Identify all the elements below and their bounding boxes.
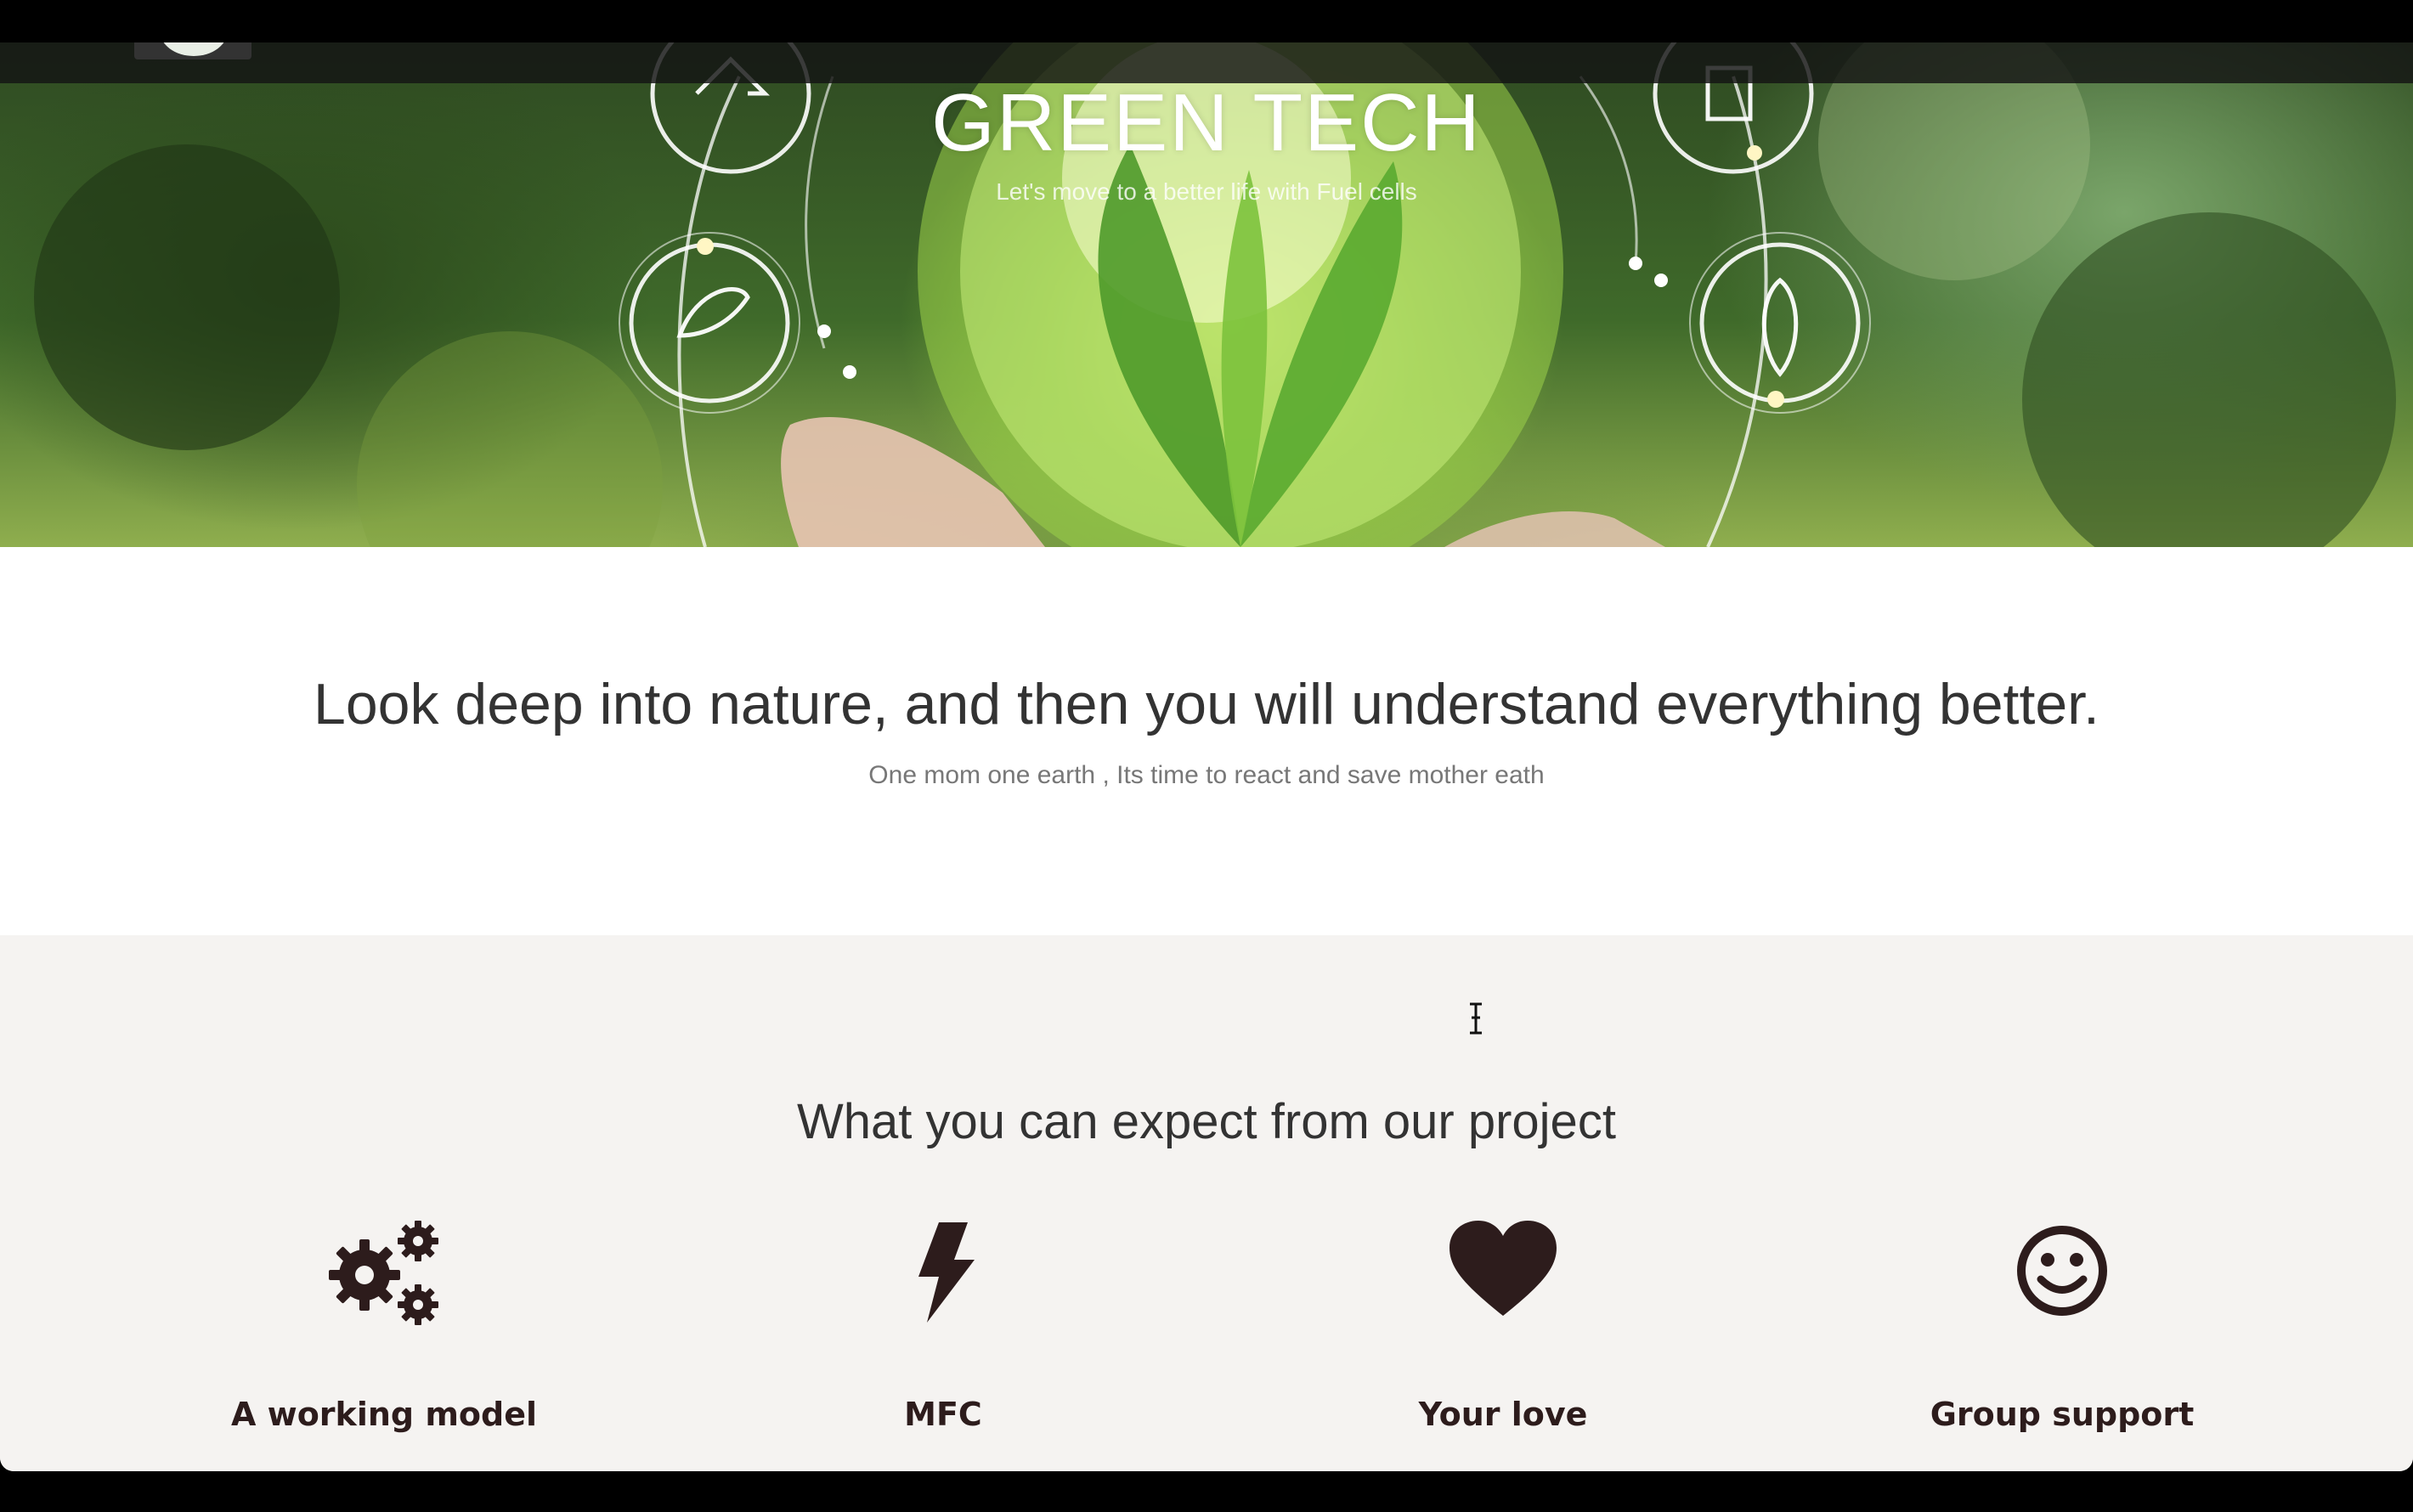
- feature-title: MFC: [904, 1396, 982, 1433]
- feature-your-love: Your love: [1223, 1216, 1783, 1433]
- text-cursor-icon: [1470, 1002, 1482, 1035]
- quote-subtext: One mom one earth , Its time to react an…: [868, 761, 1545, 789]
- hero-title: GREEN TECH: [931, 77, 1482, 168]
- smiley-icon: [2017, 1226, 2107, 1316]
- gears-icon: [329, 1221, 438, 1325]
- feature-group-support: Group support: [1782, 1216, 2342, 1433]
- feature-title: A working model: [230, 1396, 538, 1433]
- heart-icon: [1449, 1221, 1557, 1316]
- site-logo[interactable]: [134, 42, 251, 59]
- logo-emblem-icon: [160, 42, 228, 56]
- feature-title: Your love: [1418, 1396, 1588, 1433]
- browser-viewport: GREEN TECH Let's move to a better life w…: [0, 42, 2413, 1471]
- hero-subtitle: Let's move to a better life with Fuel ce…: [996, 178, 1417, 205]
- quote-section: Look deep into nature, and then you will…: [0, 547, 2413, 935]
- feature-mfc: MFC: [663, 1216, 1223, 1433]
- screen-top-bar: [0, 0, 2413, 42]
- feature-working-model: A working model: [104, 1216, 664, 1433]
- feature-title: Group support: [1930, 1396, 2195, 1433]
- quote-heading: Look deep into nature, and then you will…: [314, 672, 2099, 736]
- lightning-bolt-icon: [918, 1222, 975, 1323]
- features-section: What you can expect from our project A w…: [0, 935, 2413, 1471]
- features-heading: What you can expect from our project: [797, 1094, 1616, 1149]
- hero-banner: GREEN TECH Let's move to a better life w…: [0, 42, 2413, 547]
